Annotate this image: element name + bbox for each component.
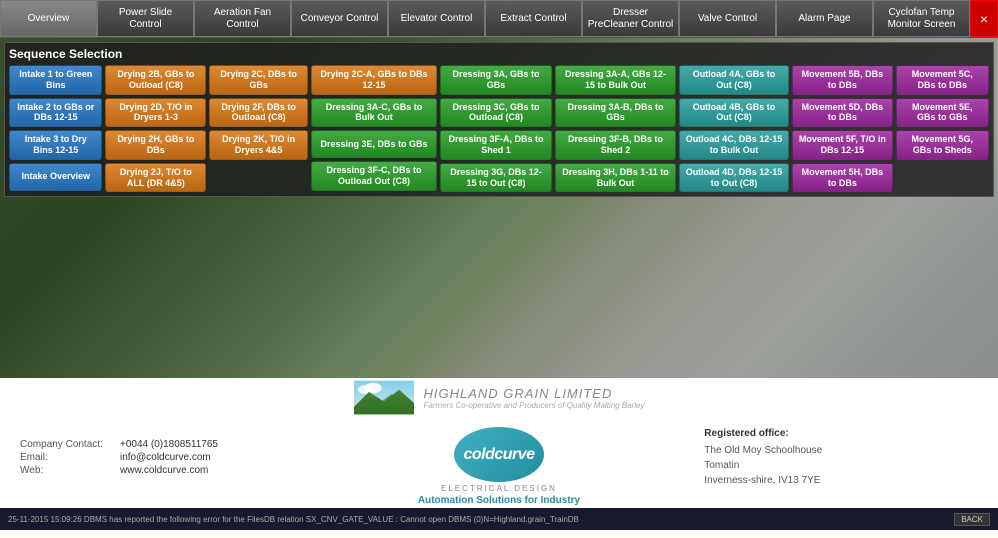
seq-drying-2ca[interactable]: Drying 2C-A, GBs to DBs 12-15 [311,65,437,95]
close-icon: × [980,11,988,27]
email-row: Email: info@coldcurve.com [20,452,294,463]
nav-conveyor[interactable]: Conveyor Control [291,0,388,37]
nav-power-slide[interactable]: Power Slide Control [97,0,194,37]
nav-aeration-fan[interactable]: Aeration Fan Control [194,0,291,37]
seq-drying-2h[interactable]: Drying 2H, GBs to DBs [105,130,206,160]
seq-movement-5h[interactable]: Movement 5H, DBs to DBs [792,163,892,193]
sequence-panel: Sequence Selection Intake 1 to Green Bin… [4,42,994,197]
nav-alarm[interactable]: Alarm Page [776,0,873,37]
contact-label-row: Company Contact: +0044 (0)1808511765 [20,439,294,450]
col-dressing-2: Dressing 3A, GBs to GBs Dressing 3C, GBs… [440,65,553,192]
reg-address-1: The Old Moy Schoolhouse [704,443,978,458]
farm-logo: HIGHLAND GRAIN LIMITED Farmers Co-operat… [354,380,645,415]
col-dressing-3: Dressing 3A-A, GBs 12-15 to Bulk Out Dre… [555,65,675,192]
seq-outload-4c[interactable]: Outload 4C, DBs 12-15 to Bulk Out [679,130,789,160]
seq-intake-3[interactable]: Intake 3 to Dry Bins 12-15 [9,130,102,160]
highland-grain-text: HIGHLAND GRAIN LIMITED Farmers Co-operat… [424,386,645,410]
reg-address-3: Inverness-shire, IV13 7YE [704,473,978,488]
coldcurve-logo: coldcurve ELECTRICAL DESIGN Automation S… [418,427,580,506]
registered-office: Registered office: The Old Moy Schoolhou… [704,386,978,500]
seq-movement-5c[interactable]: Movement 5C, DBs to DBs [896,65,989,95]
seq-movement-5b[interactable]: Movement 5B, DBs to DBs [792,65,892,95]
coldcurve-logo-text: coldcurve [463,446,534,464]
nav-valve[interactable]: Valve Control [679,0,776,37]
col-movement-2: Movement 5C, DBs to DBs Movement 5E, GBs… [896,65,989,192]
main-area: Sequence Selection Intake 1 to Green Bin… [0,38,998,378]
top-navigation: Overview Power Slide Control Aeration Fa… [0,0,998,38]
seq-dressing-3h[interactable]: Dressing 3H, DBs 1-11 to Bulk Out [555,163,675,193]
reg-address-2: Tomatin [704,458,978,473]
highland-grain-subtitle: Farmers Co-operative and Producers of Qu… [424,401,645,410]
col-movement-1: Movement 5B, DBs to DBs Movement 5D, DBs… [792,65,892,192]
col-outload: Outload 4A, GBs to Out (C8) Outload 4B, … [679,65,789,192]
col-drying-2: Drying 2C, DBs to GBs Drying 2F, DBs to … [209,65,308,192]
seq-dressing-3ac[interactable]: Dressing 3A-C, GBs to Bulk Out [311,98,437,128]
email-value: info@coldcurve.com [120,452,211,463]
web-row: Web: www.coldcurve.com [20,465,294,476]
coldcurve-badge: coldcurve [454,427,544,482]
nav-dresser[interactable]: Dresser PreCleaner Control [582,0,679,37]
status-right: BACK [954,513,990,526]
company-section: Company Contact: +0044 (0)1808511765 Ema… [0,378,998,508]
highland-grain-name: HIGHLAND GRAIN LIMITED [424,386,645,401]
seq-dressing-3a[interactable]: Dressing 3A, GBs to GBs [440,65,553,95]
hills-icon [354,380,414,415]
seq-drying-2j[interactable]: Drying 2J, T/O to ALL (DR 4&5) [105,163,206,193]
nav-cyclofan[interactable]: Cyclofan Temp Monitor Screen [873,0,970,37]
company-center-logos: HIGHLAND GRAIN LIMITED Farmers Co-operat… [294,386,705,500]
highland-grain-branding: HIGHLAND GRAIN LIMITED Farmers Co-operat… [354,380,645,419]
email-label: Email: [20,452,120,463]
web-value: www.coldcurve.com [120,465,208,476]
seq-movement-5d[interactable]: Movement 5D, DBs to DBs [792,98,892,128]
seq-dressing-3e[interactable]: Dressing 3E, DBs to GBs [311,130,437,158]
seq-dressing-3aa[interactable]: Dressing 3A-A, GBs 12-15 to Bulk Out [555,65,675,95]
web-label: Web: [20,465,120,476]
coldcurve-tagline: Automation Solutions for Industry [418,495,580,506]
seq-dressing-3ab[interactable]: Dressing 3A-B, DBs to GBs [555,98,675,128]
seq-drying-2k[interactable]: Drying 2K, T/O in Dryers 4&5 [209,130,308,160]
status-text: 25-11-2015 15:09:26 DBMS has reported th… [8,515,954,524]
seq-drying-2c[interactable]: Drying 2C, DBs to GBs [209,65,308,95]
reg-office-label: Registered office: [704,428,978,439]
seq-outload-4b[interactable]: Outload 4B, GBs to Out (C8) [679,98,789,128]
seq-dressing-3g[interactable]: Dressing 3G, DBs 12-15 to Out (C8) [440,163,553,193]
seq-dressing-3fc[interactable]: Dressing 3F-C, DBs to Outload Out (C8) [311,161,437,191]
bottom-area: Company Contact: +0044 (0)1808511765 Ema… [0,378,998,538]
seq-intake-overview[interactable]: Intake Overview [9,163,102,191]
col-intake: Intake 1 to Green Bins Intake 2 to GBs o… [9,65,102,192]
nav-extract[interactable]: Extract Control [485,0,582,37]
seq-outload-4d[interactable]: Outload 4D, DBs 12-15 to Out (C8) [679,163,789,193]
contact-label: Company Contact: [20,439,120,450]
seq-movement-5e[interactable]: Movement 5E, GBs to GBs [896,98,989,128]
status-bar: 25-11-2015 15:09:26 DBMS has reported th… [0,508,998,530]
seq-dressing-3c[interactable]: Dressing 3C, GBs to Outload (C8) [440,98,553,128]
seq-dressing-3fa[interactable]: Dressing 3F-A, DBs to Shed 1 [440,130,553,160]
seq-intake-1[interactable]: Intake 1 to Green Bins [9,65,102,95]
seq-dressing-3fb[interactable]: Dressing 3F-B, DBs to Shed 2 [555,130,675,160]
nav-elevator[interactable]: Elevator Control [388,0,485,37]
sequence-title: Sequence Selection [9,47,989,61]
sequence-grid: Intake 1 to Green Bins Intake 2 to GBs o… [9,65,989,192]
seq-drying-2b[interactable]: Drying 2B, GBs to Outload (C8) [105,65,206,95]
back-button[interactable]: BACK [954,513,990,526]
coldcurve-sub: ELECTRICAL DESIGN [441,484,557,493]
close-button[interactable]: × [970,0,998,37]
col-drying-1: Drying 2B, GBs to Outload (C8) Drying 2D… [105,65,206,192]
seq-drying-2f[interactable]: Drying 2F, DBs to Outload (C8) [209,98,308,128]
seq-movement-5g[interactable]: Movement 5G, GBs to Sheds [896,130,989,160]
seq-drying-2d[interactable]: Drying 2D, T/O in Dryers 1-3 [105,98,206,128]
col-dressing-1: Drying 2C-A, GBs to DBs 12-15 Dressing 3… [311,65,437,192]
tel-value: +0044 (0)1808511765 [120,439,218,450]
seq-intake-2[interactable]: Intake 2 to GBs or DBs 12-15 [9,98,102,128]
seq-outload-4a[interactable]: Outload 4A, GBs to Out (C8) [679,65,789,95]
nav-overview[interactable]: Overview [0,0,97,37]
seq-movement-5f[interactable]: Movement 5F, T/O in DBs 12-15 [792,130,892,160]
company-contact: Company Contact: +0044 (0)1808511765 Ema… [20,386,294,500]
